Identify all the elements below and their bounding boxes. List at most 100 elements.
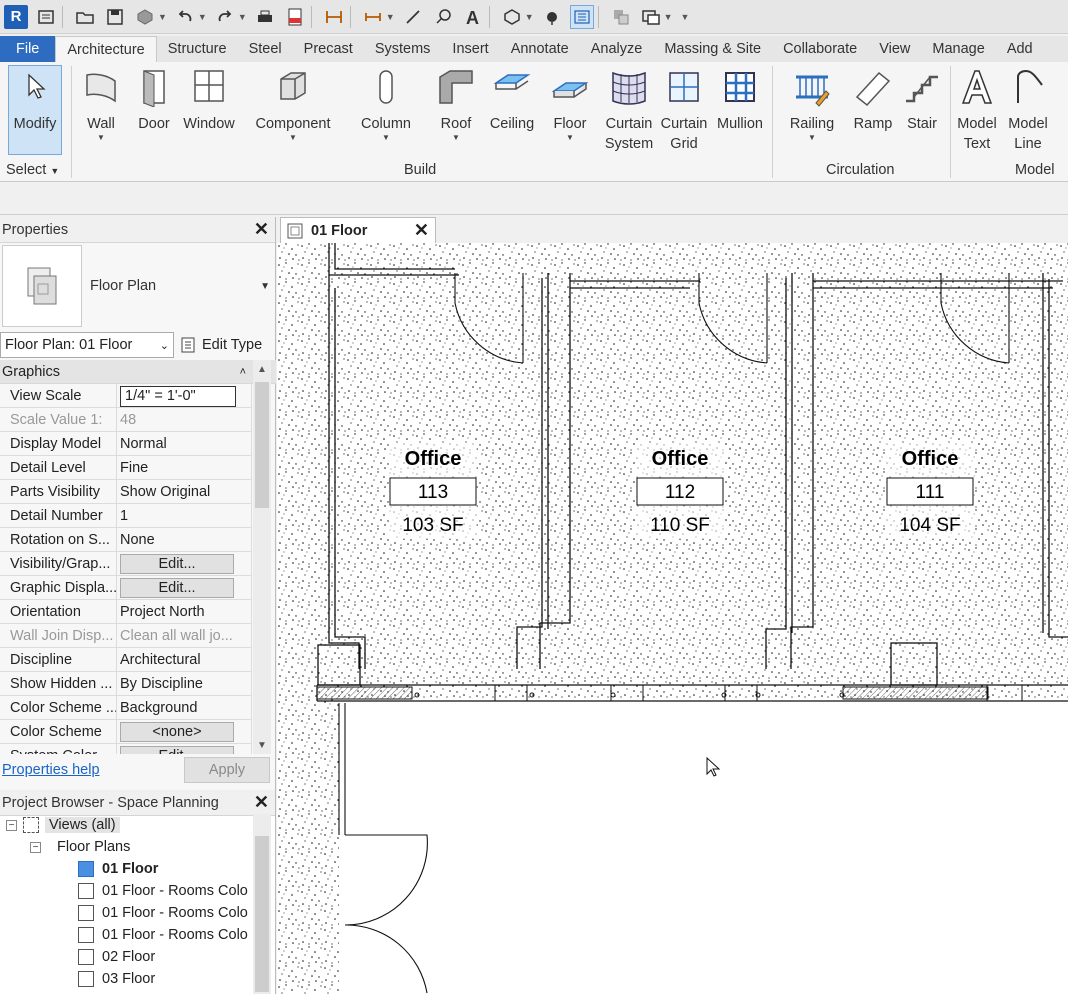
property-value[interactable]: None (117, 528, 252, 551)
tab-view[interactable]: View (868, 36, 921, 62)
tab-architecture[interactable]: Architecture (55, 36, 157, 62)
column-button[interactable]: Column ▼ (358, 66, 414, 142)
property-row[interactable]: Detail Level Fine (0, 456, 252, 480)
property-input[interactable]: 1/4" = 1'-0" (120, 386, 236, 407)
property-row[interactable]: Discipline Architectural (0, 648, 252, 672)
close-icon[interactable]: ✕ (414, 220, 429, 241)
property-value[interactable]: Fine (117, 456, 252, 479)
browser-node[interactable]: 01 Floor (0, 858, 254, 880)
property-row[interactable]: Display Model Normal (0, 432, 252, 456)
property-value[interactable]: Project North (117, 600, 252, 623)
tab-add-ins[interactable]: Add (996, 36, 1044, 62)
tab-manage[interactable]: Manage (921, 36, 995, 62)
close-icon[interactable]: ✕ (254, 792, 269, 813)
browser-scrollbar[interactable] (253, 814, 271, 994)
component-button[interactable]: Component ▼ (252, 66, 334, 142)
property-value[interactable]: Clean all wall jo... (117, 624, 252, 647)
switch-windows-icon[interactable] (639, 5, 663, 29)
tab-annotate[interactable]: Annotate (500, 36, 580, 62)
mullion-button[interactable]: Mullion (714, 66, 766, 134)
roof-button[interactable]: Roof ▼ (436, 66, 476, 142)
property-row[interactable]: View Scale 1/4" = 1'-0" (0, 384, 252, 408)
property-edit-button[interactable]: <none> (120, 722, 234, 742)
property-value[interactable]: Normal (117, 432, 252, 455)
select-panel-label[interactable]: Select ▼ (6, 162, 59, 178)
pdf-icon[interactable] (283, 5, 307, 29)
property-row[interactable]: Show Hidden ... By Discipline (0, 672, 252, 696)
property-row[interactable]: Color Scheme <none> (0, 720, 252, 744)
close-icon[interactable]: ✕ (254, 219, 269, 240)
property-row[interactable]: Color Scheme ... Background (0, 696, 252, 720)
property-value[interactable]: <none> (117, 720, 252, 743)
floor-button[interactable]: Floor ▼ (550, 66, 590, 142)
property-value[interactable]: Architectural (117, 648, 252, 671)
model-line-button[interactable]: Model Line (1004, 66, 1052, 154)
print-icon[interactable] (253, 5, 277, 29)
room-tag[interactable]: Office 113 103 SF (389, 443, 477, 539)
modify-button[interactable]: Modify (8, 65, 62, 155)
property-row[interactable]: Scale Value 1: 48 (0, 408, 252, 432)
wall-button[interactable]: Wall ▼ (78, 66, 124, 142)
model-text-button[interactable]: Model Text (954, 66, 1000, 154)
3d-view-icon[interactable] (500, 5, 524, 29)
open-icon[interactable] (73, 5, 97, 29)
redo-icon[interactable] (213, 5, 237, 29)
collapse-toggle-icon[interactable]: − (30, 841, 41, 853)
view-tab-01-floor[interactable]: 01 Floor ✕ (280, 217, 436, 243)
properties-scrollbar[interactable]: ▲ ▼ (253, 360, 271, 754)
text-icon[interactable]: A (461, 5, 485, 29)
home-icon[interactable] (34, 5, 58, 29)
browser-node[interactable]: 01 Floor - Rooms Colo (0, 924, 254, 946)
property-value[interactable]: By Discipline (117, 672, 252, 695)
browser-node[interactable]: − Floor Plans (0, 836, 254, 858)
property-row[interactable]: Orientation Project North (0, 600, 252, 624)
scroll-thumb[interactable] (255, 836, 269, 992)
property-value[interactable]: 48 (117, 408, 252, 431)
scroll-up-icon[interactable]: ▲ (253, 360, 271, 378)
thin-lines-icon[interactable] (569, 4, 594, 29)
ceiling-button[interactable]: Ceiling (487, 66, 537, 134)
stair-button[interactable]: Stair (900, 66, 944, 134)
measure-icon[interactable] (322, 5, 346, 29)
group-header-graphics[interactable]: Graphics ˄ (0, 360, 276, 384)
sync-icon[interactable] (133, 5, 157, 29)
property-value[interactable]: Edit... (117, 552, 252, 575)
tag-icon[interactable] (431, 5, 455, 29)
tab-file[interactable]: File (0, 36, 56, 62)
browser-node[interactable]: 02 Floor (0, 946, 254, 968)
scroll-down-icon[interactable]: ▼ (253, 736, 271, 754)
type-selector[interactable]: Floor Plan ▼ (2, 245, 272, 327)
property-row[interactable]: Visibility/Grap... Edit... (0, 552, 252, 576)
tab-collaborate[interactable]: Collaborate (772, 36, 868, 62)
undo-icon[interactable] (173, 5, 197, 29)
section-icon[interactable] (540, 5, 564, 29)
property-value[interactable]: Edit... (117, 744, 252, 754)
browser-node[interactable]: − Views (all) (0, 814, 254, 836)
window-button[interactable]: Window (180, 66, 238, 134)
property-row[interactable]: Parts Visibility Show Original (0, 480, 252, 504)
tab-structure[interactable]: Structure (157, 36, 238, 62)
aligned-dim-icon[interactable] (401, 5, 425, 29)
close-hidden-icon[interactable] (609, 5, 633, 29)
property-edit-button[interactable]: Edit... (120, 746, 234, 754)
dimension-icon[interactable] (361, 5, 385, 29)
apply-button[interactable]: Apply (184, 757, 270, 783)
property-value[interactable]: 1/4" = 1'-0" (117, 384, 252, 407)
curtain-grid-button[interactable]: Curtain Grid (659, 66, 709, 154)
room-tag[interactable]: Office 112 110 SF (636, 443, 724, 539)
collapse-toggle-icon[interactable]: − (6, 819, 17, 831)
browser-node[interactable]: 01 Floor - Rooms Colo (0, 880, 254, 902)
property-row[interactable]: Rotation on S... None (0, 528, 252, 552)
tab-systems[interactable]: Systems (364, 36, 442, 62)
property-row[interactable]: System Color ...Edit... (0, 744, 252, 754)
railing-button[interactable]: Railing ▼ (786, 66, 838, 142)
tab-precast[interactable]: Precast (293, 36, 364, 62)
drawing-canvas[interactable]: Office 113 103 SF Office 112 110 SF Office 111 1… (277, 243, 1068, 994)
property-value[interactable]: Edit... (117, 576, 252, 599)
edit-type-button[interactable]: Edit Type (180, 336, 262, 354)
floor-plan-drawing[interactable]: Office 113 103 SF Office 112 110 SF Office 111 1… (277, 243, 1068, 994)
revit-logo[interactable]: R (4, 4, 28, 29)
tab-insert[interactable]: Insert (441, 36, 499, 62)
chevron-down-icon[interactable]: ▼ (260, 281, 270, 292)
room-tag[interactable]: Office 111 104 SF (886, 443, 974, 539)
